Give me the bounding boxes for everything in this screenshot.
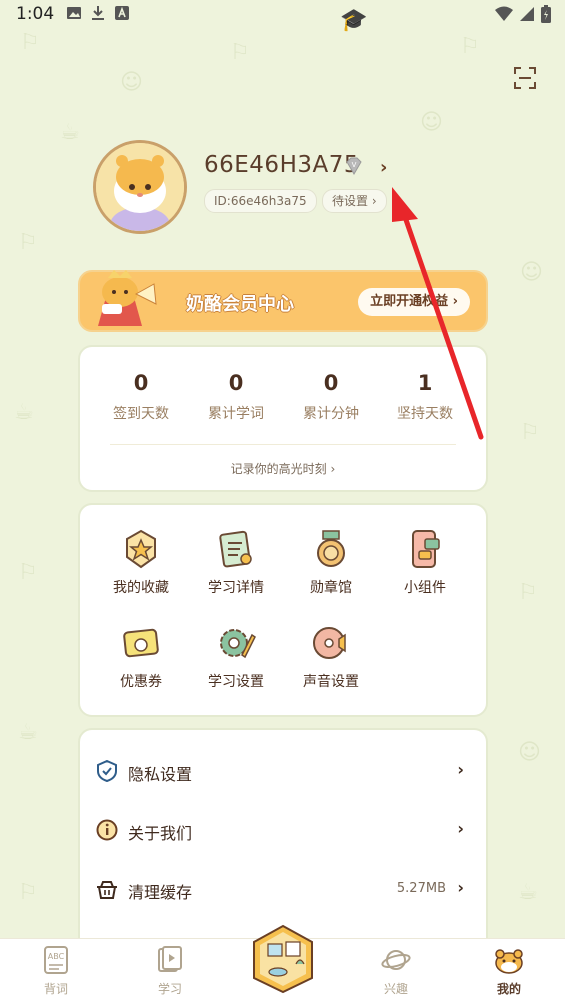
scan-icon[interactable] xyxy=(513,66,537,90)
diamond-badge-icon: V xyxy=(344,156,364,176)
chevron-right-icon: › xyxy=(457,819,464,838)
signal-icon xyxy=(520,7,534,21)
system-icons xyxy=(495,5,551,23)
setting-pill-label: 待设置 xyxy=(332,194,369,208)
battery-icon xyxy=(541,5,551,23)
gear-pencil-icon xyxy=(216,623,256,663)
feature-study-settings[interactable]: 学习设置 xyxy=(189,623,283,691)
feature-study-details[interactable]: 学习详情 xyxy=(189,529,283,597)
nav-item-vocab[interactable]: ABC 背词 xyxy=(16,945,96,997)
basket-icon xyxy=(96,878,118,900)
image-notification-icon xyxy=(66,5,82,21)
nav-item-mine[interactable]: 我的 xyxy=(469,945,549,997)
feature-medals[interactable]: 勋章馆 xyxy=(284,529,378,597)
stat-value: 0 xyxy=(133,371,149,395)
username[interactable]: 66E46H3A75 xyxy=(204,152,359,178)
menu-item-label: 隐私设置 xyxy=(128,765,193,784)
menu-item-privacy[interactable]: 隐私设置 › xyxy=(80,742,486,800)
notification-icons xyxy=(66,5,130,21)
setting-chevron-icon: › xyxy=(371,194,377,208)
stat-label: 累计学词 xyxy=(208,406,264,422)
nav-item-interest[interactable]: 兴趣 xyxy=(356,945,436,997)
vip-activate-button[interactable]: 立即开通权益 › xyxy=(358,288,470,316)
stat-checkin-days: 0 签到天数 xyxy=(94,371,188,423)
widget-icon xyxy=(405,529,445,569)
menu-item-label: 清理缓存 xyxy=(128,883,193,902)
avatar[interactable] xyxy=(93,140,187,234)
feature-label: 声音设置 xyxy=(303,674,359,690)
feature-label: 小组件 xyxy=(404,580,446,596)
download-icon xyxy=(90,5,106,21)
nav-label: 我的 xyxy=(496,982,521,996)
stat-label: 坚持天数 xyxy=(397,406,453,422)
coupon-icon xyxy=(121,623,161,663)
stat-streak-days: 1 坚持天数 xyxy=(378,371,472,423)
vip-activate-label: 立即开通权益 xyxy=(370,294,449,309)
menu-item-label: 关于我们 xyxy=(128,824,193,843)
vip-banner[interactable]: 奶酪会员中心 立即开通权益 › xyxy=(78,270,488,332)
nav-item-study[interactable]: 学习 xyxy=(130,945,210,997)
menu-item-about[interactable]: 关于我们 › xyxy=(80,801,486,859)
chevron-right-icon: › xyxy=(457,878,464,897)
feature-label: 我的收藏 xyxy=(113,580,169,596)
wifi-icon xyxy=(495,6,513,21)
speaker-disc-icon xyxy=(311,623,351,663)
setting-pill[interactable]: 待设置 › xyxy=(322,189,387,213)
stat-minutes: 0 累计分钟 xyxy=(284,371,378,423)
feature-label: 优惠券 xyxy=(120,674,162,690)
nav-center-room-icon[interactable] xyxy=(250,924,316,994)
feature-favorites[interactable]: 我的收藏 xyxy=(94,529,188,597)
stat-words-learned: 0 累计学词 xyxy=(189,371,283,423)
svg-text:ABC: ABC xyxy=(48,952,65,961)
user-id-text: ID:66e46h3a75 xyxy=(214,194,307,208)
user-id-pill: ID:66e46h3a75 xyxy=(204,189,317,213)
nav-label: 背词 xyxy=(43,982,68,996)
shield-check-icon xyxy=(96,759,118,783)
profile-chevron-icon[interactable]: › xyxy=(380,157,387,178)
highlight-link-label: 记录你的高光时刻 xyxy=(230,462,327,476)
feature-widgets[interactable]: 小组件 xyxy=(378,529,472,597)
status-bar: 1:04 xyxy=(0,0,565,30)
stat-value: 0 xyxy=(228,371,244,395)
stats-card: 0 签到天数 0 累计学词 0 累计分钟 1 坚持天数 记录你的高光时刻 › xyxy=(78,345,488,492)
status-time: 1:04 xyxy=(16,4,55,24)
features-card: 我的收藏 学习详情 勋章馆 小组件 优惠券 学习设置 声音设置 xyxy=(78,503,488,717)
feature-label: 学习详情 xyxy=(208,580,264,596)
abc-book-icon: ABC xyxy=(41,945,71,975)
stats-divider xyxy=(110,444,456,445)
stat-label: 累计分钟 xyxy=(303,406,359,422)
stat-label: 签到天数 xyxy=(113,406,169,422)
study-book-icon xyxy=(155,945,185,975)
vip-mascot-icon xyxy=(88,260,168,330)
stat-value: 0 xyxy=(323,371,339,395)
nav-label: 学习 xyxy=(157,982,182,996)
feature-label: 学习设置 xyxy=(208,674,264,690)
medal-icon xyxy=(311,529,351,569)
badge-star-icon xyxy=(121,529,161,569)
svg-text:V: V xyxy=(352,161,357,169)
planet-icon xyxy=(381,945,411,975)
vip-banner-title: 奶酪会员中心 xyxy=(186,294,294,315)
notes-icon xyxy=(216,529,256,569)
feature-sound-settings[interactable]: 声音设置 xyxy=(284,623,378,691)
feature-label: 勋章馆 xyxy=(310,580,352,596)
feature-coupons[interactable]: 优惠券 xyxy=(94,623,188,691)
stat-value: 1 xyxy=(417,371,433,395)
highlight-link[interactable]: 记录你的高光时刻 › xyxy=(80,460,486,477)
cache-size: 5.27MB xyxy=(396,881,446,896)
info-icon xyxy=(96,819,118,841)
chevron-right-icon: › xyxy=(457,760,464,779)
font-app-icon xyxy=(114,5,130,21)
menu-item-clear-cache[interactable]: 清理缓存 5.27MB › xyxy=(80,860,486,918)
hamster-icon xyxy=(494,945,524,975)
nav-label: 兴趣 xyxy=(383,982,408,996)
